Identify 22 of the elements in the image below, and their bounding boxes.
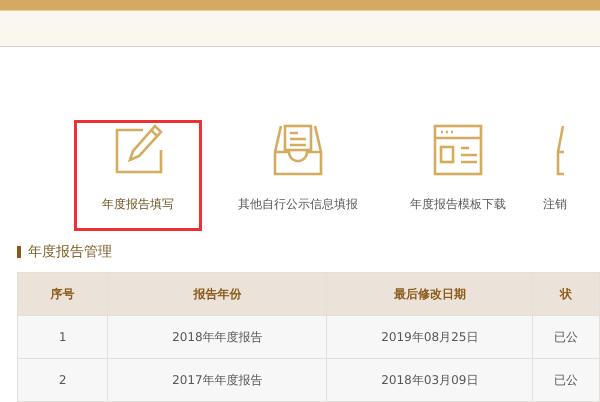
table-cell: 1 [18,316,108,358]
tray-edge-icon [556,124,564,176]
table-cell: 2018年03月09日 [326,358,533,402]
action-tile[interactable]: 注销 [536,120,576,231]
table-cell: 已公 [532,358,600,402]
table-cell: 2017年年度报告 [108,358,327,402]
layout-template-icon [433,124,483,176]
section-title: 年度报告管理 [28,243,112,261]
table-cell: 2018年年度报告 [108,316,327,358]
pencil-square-icon [113,124,163,176]
column-header: 最后修改日期 [326,272,533,316]
column-header: 报告年份 [108,272,327,316]
table-cell: 2 [18,358,108,402]
action-tile[interactable]: 年度报告填写 [74,120,202,231]
section-marker [17,246,21,258]
action-tile[interactable]: 年度报告模板下载 [394,120,522,231]
column-header: 状 [532,272,600,316]
table-cell: 2019年08月25日 [326,316,533,358]
action-tile[interactable]: 其他自行公示信息填报 [234,120,362,231]
column-header: 序号 [18,272,108,316]
table-cell: 已公 [532,316,600,358]
inbox-tray-icon [273,124,323,176]
